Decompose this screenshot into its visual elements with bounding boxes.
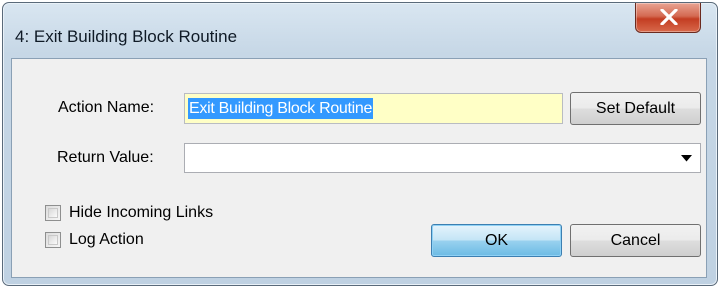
log-action-checkbox[interactable] xyxy=(45,232,61,248)
close-icon xyxy=(660,9,678,25)
hide-incoming-links-checkbox[interactable] xyxy=(45,205,61,221)
cancel-button[interactable]: Cancel xyxy=(570,224,701,257)
log-action-label[interactable]: Log Action xyxy=(69,231,144,249)
return-value-dropdown[interactable] xyxy=(184,143,701,173)
return-value-label: Return Value: xyxy=(57,149,154,166)
close-button[interactable] xyxy=(635,3,701,33)
set-default-button[interactable]: Set Default xyxy=(570,92,701,125)
dropdown-arrow-icon[interactable] xyxy=(681,155,692,162)
dialog-body: Action Name: Exit Building Block Routine… xyxy=(11,58,707,278)
dialog-window: 4: Exit Building Block Routine Action Na… xyxy=(2,2,718,286)
action-name-label: Action Name: xyxy=(58,99,155,116)
window-title: 4: Exit Building Block Routine xyxy=(15,27,238,46)
hide-incoming-links-label[interactable]: Hide Incoming Links xyxy=(69,204,213,222)
action-name-input[interactable]: Exit Building Block Routine xyxy=(184,93,563,124)
ok-button[interactable]: OK xyxy=(431,224,562,257)
action-name-value: Exit Building Block Routine xyxy=(188,98,374,119)
